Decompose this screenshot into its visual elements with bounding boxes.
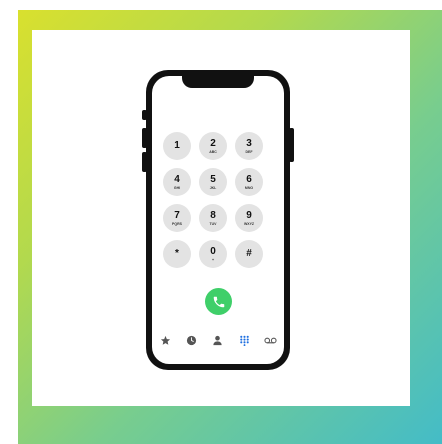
tab-voicemail[interactable] xyxy=(263,332,279,348)
person-icon xyxy=(213,335,223,345)
key-letters: TUV xyxy=(209,221,217,226)
clock-icon xyxy=(186,335,197,345)
star-icon xyxy=(160,335,170,345)
tab-contacts[interactable] xyxy=(210,332,226,348)
dial-keypad: 1 2 ABC 3 DEF 4 GHI 5 JKL 6 MNO 7 PQRS 8… xyxy=(163,132,273,268)
phone-notch xyxy=(182,76,254,88)
key-digit: 8 xyxy=(210,209,216,221)
phone-icon xyxy=(213,296,224,307)
key-digit: 7 xyxy=(174,209,180,221)
key-4[interactable]: 4 GHI xyxy=(163,168,191,196)
key-star[interactable]: * xyxy=(163,240,191,268)
key-8[interactable]: 8 TUV xyxy=(199,204,227,232)
key-digit: # xyxy=(246,248,252,259)
volume-up-button xyxy=(142,128,147,148)
key-digit: 6 xyxy=(246,173,252,185)
key-letters: JKL xyxy=(209,185,217,190)
key-letters: + xyxy=(211,257,215,262)
key-letters: MNO xyxy=(244,185,254,190)
tab-favorites[interactable] xyxy=(157,332,173,348)
key-1[interactable]: 1 xyxy=(163,132,191,160)
key-letters: WXYZ xyxy=(243,221,255,226)
bottom-tab-bar xyxy=(152,332,284,348)
key-digit: * xyxy=(175,248,179,259)
mute-switch xyxy=(142,110,147,120)
key-letters: PQRS xyxy=(172,221,182,226)
tab-keypad[interactable] xyxy=(236,332,252,348)
key-hash[interactable]: # xyxy=(235,240,263,268)
key-2[interactable]: 2 ABC xyxy=(199,132,227,160)
tab-recents[interactable] xyxy=(184,332,200,348)
key-5[interactable]: 5 JKL xyxy=(199,168,227,196)
key-digit: 1 xyxy=(174,140,180,151)
key-digit: 9 xyxy=(246,209,252,221)
keypad-icon xyxy=(240,335,249,346)
key-digit: 2 xyxy=(210,137,216,149)
key-6[interactable]: 6 MNO xyxy=(235,168,263,196)
key-7[interactable]: 7 PQRS xyxy=(163,204,191,232)
key-9[interactable]: 9 WXYZ xyxy=(235,204,263,232)
voicemail-icon xyxy=(264,337,277,343)
key-digit: 3 xyxy=(246,137,252,149)
key-3[interactable]: 3 DEF xyxy=(235,132,263,160)
key-digit: 0 xyxy=(210,245,216,257)
power-button xyxy=(289,128,294,162)
key-digit: 4 xyxy=(174,173,180,185)
key-0[interactable]: 0 + xyxy=(199,240,227,268)
volume-down-button xyxy=(142,152,147,172)
phone-illustration: 1 2 ABC 3 DEF 4 GHI 5 JKL 6 MNO 7 PQRS 8… xyxy=(142,70,294,370)
phone-screen: 1 2 ABC 3 DEF 4 GHI 5 JKL 6 MNO 7 PQRS 8… xyxy=(152,76,284,364)
key-letters: DEF xyxy=(245,149,253,154)
call-button[interactable] xyxy=(205,288,232,315)
key-letters: ABC xyxy=(209,149,217,154)
key-digit: 5 xyxy=(210,173,216,185)
key-letters: GHI xyxy=(173,185,181,190)
